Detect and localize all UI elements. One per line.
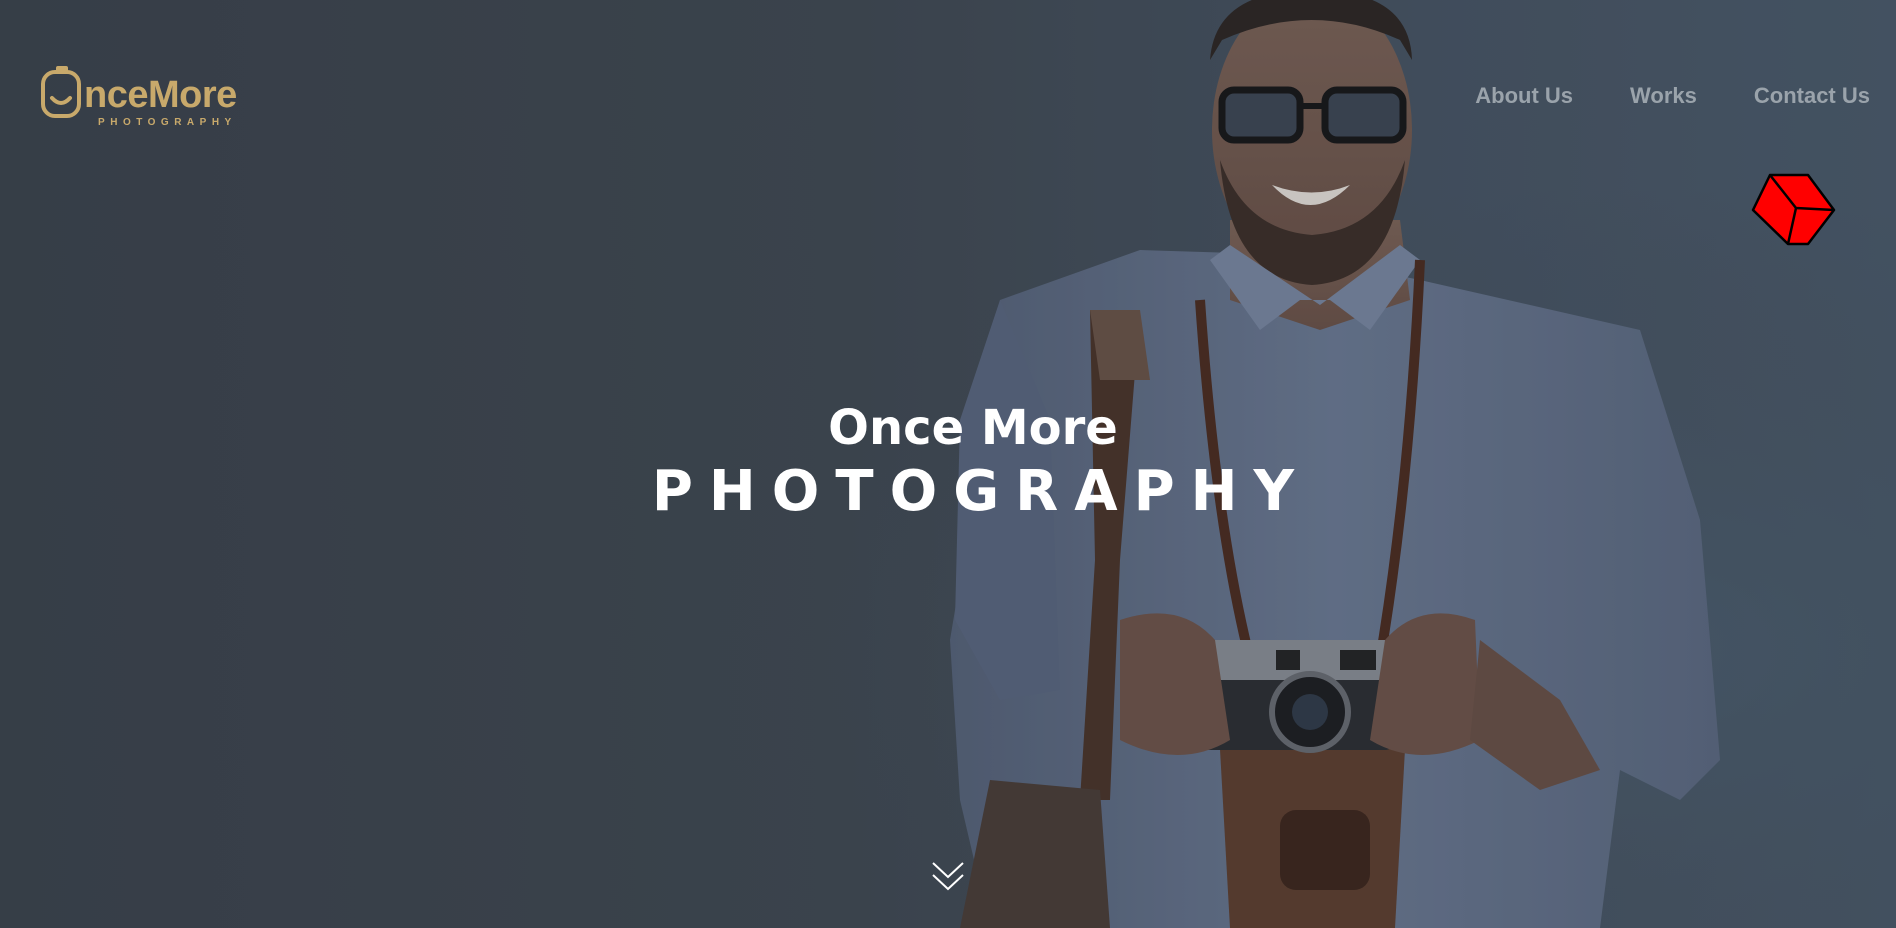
hero-title: Once More PHOTOGRAPHY <box>0 404 1896 520</box>
double-chevron-down-icon[interactable] <box>930 860 966 894</box>
logo-text: nceMore PHOTOGRAPHY <box>84 64 237 128</box>
brand-name: nceMore <box>84 74 237 116</box>
hero-section: nceMore PHOTOGRAPHY About Us Works Conta… <box>0 0 1896 928</box>
nav-about-us[interactable]: About Us <box>1475 83 1573 109</box>
brand-tagline: PHOTOGRAPHY <box>98 117 237 128</box>
nav-works[interactable]: Works <box>1630 83 1697 109</box>
brand-logo[interactable]: nceMore PHOTOGRAPHY <box>40 64 250 128</box>
camera-smile-icon <box>40 64 82 118</box>
main-nav: About Us Works Contact Us <box>1418 83 1870 109</box>
cube-icon[interactable] <box>1750 172 1836 246</box>
nav-contact-us[interactable]: Contact Us <box>1754 83 1870 109</box>
hero-title-line2: PHOTOGRAPHY <box>651 459 1311 524</box>
hero-title-line1: Once More <box>828 400 1118 456</box>
